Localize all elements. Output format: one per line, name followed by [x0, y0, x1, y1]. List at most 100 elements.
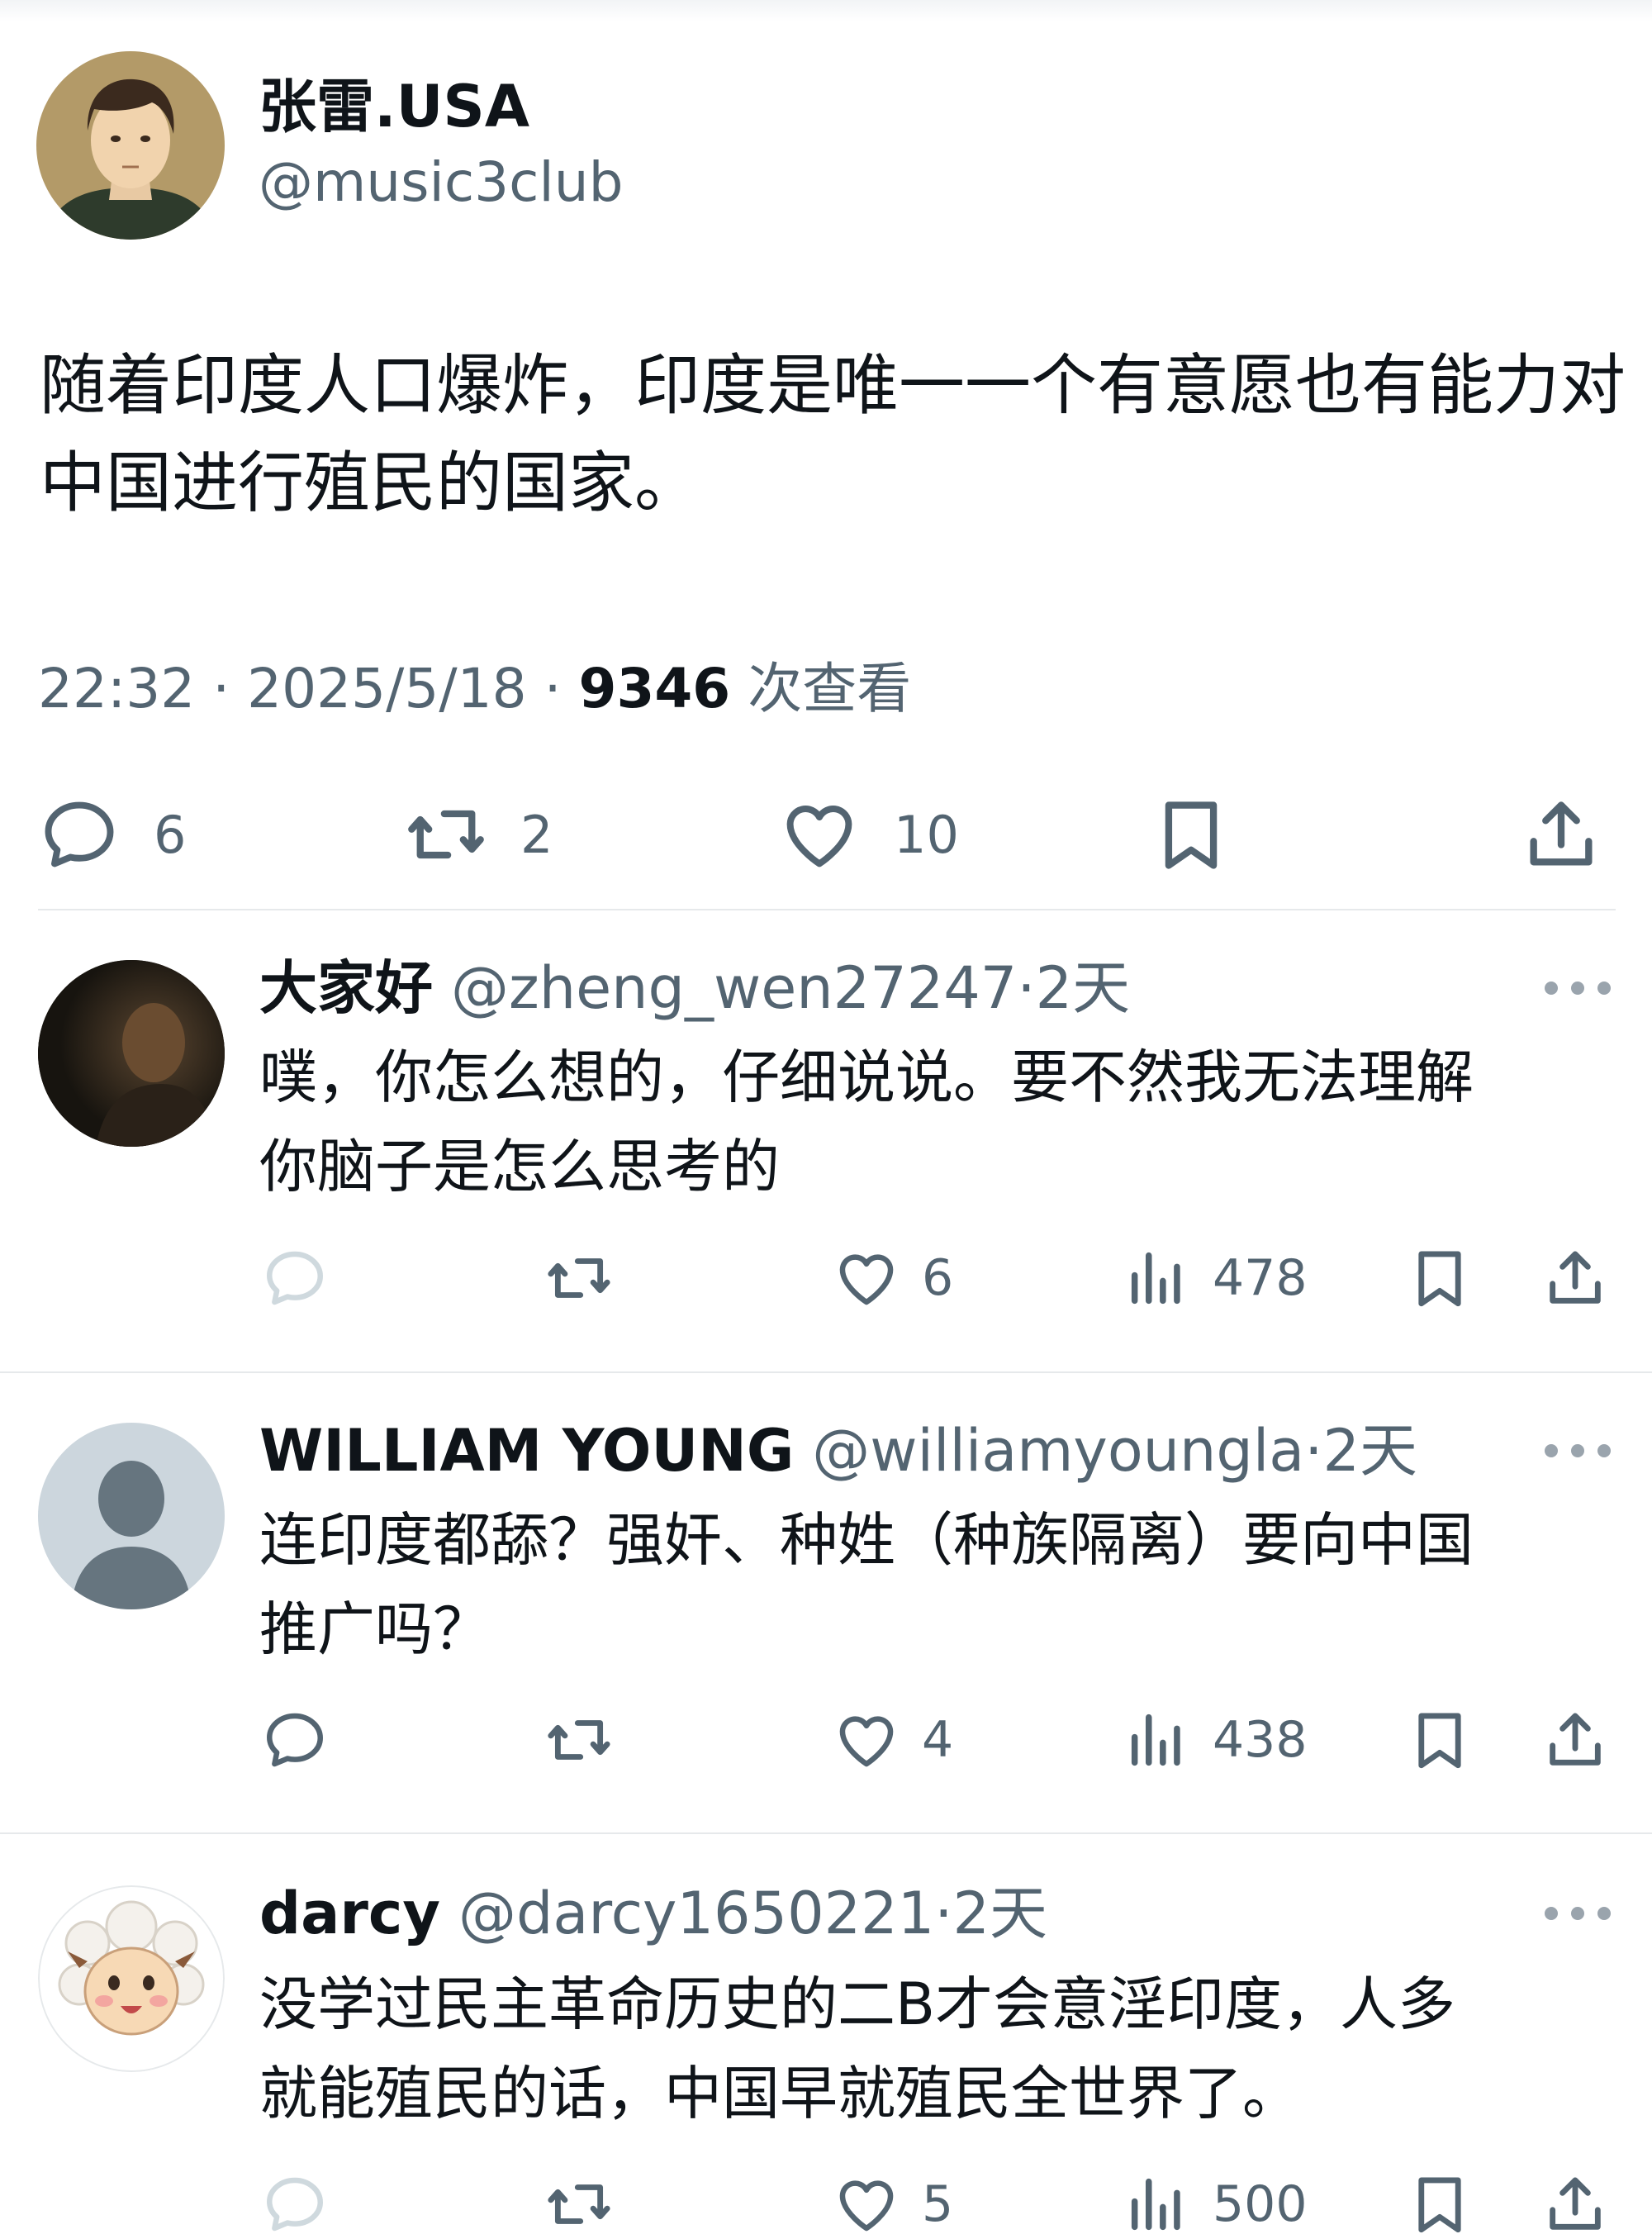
reply-avatar-darcy[interactable]: [38, 1885, 225, 2072]
main-share-button[interactable]: [1520, 785, 1602, 884]
more-dots-icon[interactable]: [1545, 972, 1611, 1005]
bookmark-button[interactable]: [1406, 1237, 1474, 1319]
reply-separator: ·: [1304, 1417, 1323, 1485]
bookmark-icon: [1418, 1251, 1461, 1307]
heart-icon: [839, 1254, 894, 1305]
like-count: 4: [922, 1711, 954, 1769]
reply-author-handle[interactable]: @williamyoungla: [812, 1417, 1304, 1485]
reply-text-line: 噗，你怎么想的，仔细说说。要不然我无法理解: [259, 1043, 1474, 1111]
share-icon: [1530, 801, 1593, 866]
bookmark-button[interactable]: [1406, 2163, 1474, 2234]
views-chart-icon: [1131, 1714, 1180, 1766]
retweet-icon: [548, 2184, 610, 2224]
reply-avatar-william-young[interactable]: [38, 1423, 225, 1609]
reply-text-line: 你脑子是怎么思考的: [259, 1133, 780, 1200]
reply-text-line: 连印度都舔？强奸、种姓（种族隔离）要向中国: [259, 1506, 1474, 1574]
retweet-button[interactable]: [545, 1699, 613, 1781]
views-chart-icon: [1131, 1252, 1180, 1305]
reply-author-handle[interactable]: @zheng_wen27247: [451, 954, 1017, 1022]
reply-divider: [0, 1832, 1652, 1834]
reply-time[interactable]: 2天: [953, 1880, 1048, 1947]
like-button[interactable]: 4: [833, 1699, 953, 1781]
main-like-count: 10: [894, 804, 959, 865]
reply-bubble-icon: [267, 2177, 323, 2232]
more-dots-icon[interactable]: [1545, 1897, 1611, 1930]
reply-header: WILLIAM YOUNG @williamyoungla·2天: [259, 1409, 1417, 1492]
tweet-date[interactable]: 2025/5/18: [247, 657, 526, 720]
views-button[interactable]: 500: [1123, 2163, 1308, 2234]
heart-icon: [839, 2180, 894, 2232]
reply-separator: ·: [934, 1880, 953, 1947]
share-icon: [1550, 1251, 1601, 1304]
retweet-icon: [548, 1720, 610, 1760]
bookmark-icon: [1418, 1713, 1461, 1769]
reply-button[interactable]: [261, 1237, 329, 1319]
reply-time[interactable]: 2天: [1322, 1417, 1417, 1485]
views-chart-icon: [1131, 2178, 1180, 2231]
retweet-button[interactable]: [545, 1237, 613, 1319]
heart-icon: [786, 806, 852, 867]
reply-author-name[interactable]: WILLIAM YOUNG: [259, 1417, 794, 1485]
reply-author-handle[interactable]: @darcy1650221: [458, 1880, 934, 1947]
reply-text: 连印度都舔？强奸、种姓（种族隔离）要向中国 推广吗？: [259, 1495, 1614, 1674]
reply-text-line: 没学过民主革命历史的二B才会意淫印度，人多: [259, 1970, 1456, 2038]
share-button[interactable]: [1541, 2163, 1609, 2234]
main-tweet-text: 随着印度人口爆炸，印度是唯一一个有意愿也有能力对中国进行殖民的国家。: [40, 347, 1626, 521]
main-bookmark-button[interactable]: [1150, 785, 1232, 884]
reply-time[interactable]: 2天: [1036, 954, 1131, 1022]
reply-header: darcy @darcy1650221·2天: [259, 1872, 1047, 1955]
tweet-views-label: 次查看: [748, 657, 912, 720]
main-author-handle[interactable]: @music3club: [259, 145, 623, 220]
reply-bubble-icon: [267, 1251, 323, 1305]
reply-author-name[interactable]: 大家好: [259, 954, 433, 1022]
reply-avatar-dazjiahao[interactable]: [38, 960, 225, 1147]
views-button[interactable]: 478: [1123, 1237, 1308, 1319]
views-count: 478: [1213, 1249, 1308, 1307]
reply-text: 噗，你怎么想的，仔细说说。要不然我无法理解 你脑子是怎么思考的: [259, 1033, 1614, 1211]
share-icon: [1550, 2177, 1601, 2230]
like-count: 6: [922, 1249, 954, 1307]
like-count: 5: [922, 2175, 954, 2233]
like-button[interactable]: 6: [833, 1237, 953, 1319]
retweet-icon: [408, 810, 484, 859]
main-like-button[interactable]: 10: [778, 785, 959, 884]
tweet-time[interactable]: 22:32: [38, 657, 195, 720]
reply-button[interactable]: [261, 2163, 329, 2234]
bookmark-icon: [1165, 801, 1218, 869]
share-button[interactable]: [1541, 1699, 1609, 1781]
reply-author-name[interactable]: darcy: [259, 1880, 440, 1947]
retweet-icon: [548, 1258, 610, 1298]
like-button[interactable]: 5: [833, 2163, 953, 2234]
more-dots-icon[interactable]: [1545, 1434, 1611, 1467]
reply-text-line: 就能殖民的话，中国早就殖民全世界了。: [259, 2060, 1300, 2127]
main-retweet-count: 2: [520, 804, 553, 865]
bookmark-button[interactable]: [1406, 1699, 1474, 1781]
reply-button[interactable]: [261, 1699, 329, 1781]
reply-action-bar: 4 438: [0, 1699, 1652, 1781]
reply-bubble-icon: [267, 1713, 323, 1767]
main-author-avatar[interactable]: [36, 51, 225, 240]
reply-action-bar: 6 478: [0, 1237, 1652, 1319]
reply-header: 大家好 @zheng_wen27247·2天: [259, 947, 1130, 1029]
share-button[interactable]: [1541, 1237, 1609, 1319]
reply-text-line: 推广吗？: [259, 1595, 491, 1663]
main-retweet-button[interactable]: 2: [405, 785, 553, 884]
share-icon: [1550, 1713, 1601, 1766]
tweet-views-count: 9346: [578, 657, 731, 720]
retweet-button[interactable]: [545, 2163, 613, 2234]
reply-divider: [0, 1371, 1652, 1373]
reply-bubble-icon: [45, 801, 114, 867]
main-divider: [38, 909, 1616, 910]
reply-text: 没学过民主革命历史的二B才会意淫印度，人多 就能殖民的话，中国早就殖民全世界了。: [259, 1960, 1614, 2138]
meta-separator: ·: [544, 657, 562, 720]
views-button[interactable]: 438: [1123, 1699, 1308, 1781]
meta-separator: ·: [212, 657, 230, 720]
top-fade: [0, 0, 1652, 21]
views-count: 500: [1213, 2175, 1308, 2233]
main-reply-button[interactable]: 6: [38, 785, 186, 884]
main-author-name[interactable]: 张雷.USA: [259, 69, 529, 144]
reply-separator: ·: [1017, 954, 1036, 1022]
reply-action-bar: 5 500: [0, 2163, 1652, 2234]
bookmark-icon: [1418, 2177, 1461, 2233]
main-reply-count: 6: [154, 804, 187, 865]
